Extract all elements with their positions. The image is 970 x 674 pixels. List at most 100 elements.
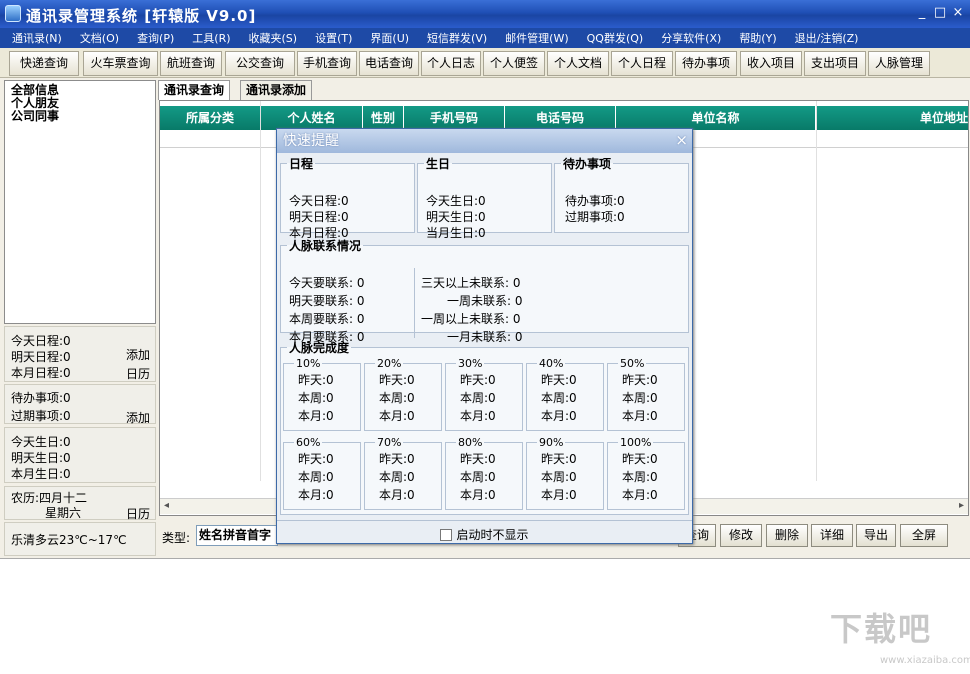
- tool-phone-query[interactable]: 电话查询: [359, 51, 419, 76]
- completion-level: 60%: [294, 436, 323, 449]
- tool-todo[interactable]: 待办事项: [675, 51, 737, 76]
- edit-button[interactable]: 修改: [720, 524, 762, 547]
- menu-documents[interactable]: 文档(O): [71, 30, 128, 46]
- contact-divider: [414, 268, 415, 338]
- menu-exit[interactable]: 退出/注销(Z): [786, 30, 868, 46]
- completion-cell: 90% 昨天:0 本周:0 本月:0: [526, 436, 604, 510]
- fullscreen-button[interactable]: 全屏: [900, 524, 948, 547]
- tree-item-colleagues[interactable]: 公司同事: [5, 110, 155, 123]
- menu-tools[interactable]: 工具(R): [183, 30, 239, 46]
- completion-cell: 10% 昨天:0 本周:0 本月:0: [283, 357, 361, 431]
- lunar-calendar-link[interactable]: 日历: [126, 505, 150, 522]
- add-todo-link[interactable]: 添加: [126, 409, 150, 426]
- maximize-button[interactable]: □: [932, 6, 948, 22]
- col-phone[interactable]: 电话号码: [505, 106, 616, 130]
- completion-week: 本周:0: [541, 391, 577, 405]
- delete-button[interactable]: 删除: [766, 524, 808, 547]
- startup-hide-label: 启动时不显示: [456, 528, 529, 542]
- menu-query[interactable]: 查询(P): [128, 30, 183, 46]
- completion-yesterday: 昨天:0: [298, 373, 334, 387]
- schedule-panel: 今天日程:0 明天日程:0 本月日程:0 添加 日历: [4, 326, 156, 382]
- startup-hide-checkbox[interactable]: 启动时不显示: [440, 526, 529, 543]
- col-mobile[interactable]: 手机号码: [404, 106, 505, 130]
- tool-express-query[interactable]: 快递查询: [9, 51, 79, 76]
- overdue-todo: 过期事项:0: [11, 409, 71, 423]
- contact-status-legend: 人脉联系情况: [289, 239, 362, 253]
- scroll-right-icon[interactable]: ▸: [959, 500, 964, 511]
- menu-share[interactable]: 分享软件(X): [652, 30, 730, 46]
- col-divider: [816, 101, 817, 481]
- dlg-tomorrow-birthday: 明天生日:0: [426, 210, 486, 224]
- menu-email[interactable]: 邮件管理(W): [496, 30, 577, 46]
- completion-level: 10%: [294, 357, 323, 370]
- completion-level: 40%: [537, 357, 566, 370]
- todo-panel: 待办事项:0 过期事项:0 添加: [4, 384, 156, 426]
- tool-network[interactable]: 人脉管理: [868, 51, 930, 76]
- scroll-left-icon[interactable]: ◂: [164, 500, 169, 511]
- checkbox-icon[interactable]: [440, 529, 453, 541]
- tool-income[interactable]: 收入项目: [740, 51, 802, 76]
- col-company[interactable]: 单位名称: [616, 106, 816, 130]
- category-tree: 全部信息 个人朋友 公司同事: [4, 80, 156, 324]
- status-area: [0, 558, 970, 674]
- detail-button[interactable]: 详细: [811, 524, 853, 547]
- schedule-group: 日程 今天日程:0 明天日程:0 本月日程:0: [280, 155, 415, 240]
- add-schedule-link[interactable]: 添加: [126, 346, 150, 363]
- dlg-tomorrow-schedule: 明天日程:0: [289, 210, 349, 224]
- menu-favorites[interactable]: 收藏夹(S): [240, 30, 307, 46]
- menu-sms[interactable]: 短信群发(V): [418, 30, 496, 46]
- tool-expense[interactable]: 支出项目: [804, 51, 866, 76]
- completion-yesterday: 昨天:0: [379, 373, 415, 387]
- weekday: 星期六: [45, 506, 82, 520]
- tool-flight-query[interactable]: 航班查询: [160, 51, 222, 76]
- completion-yesterday: 昨天:0: [460, 373, 496, 387]
- dialog-close-icon[interactable]: ×: [675, 132, 688, 148]
- completion-week: 本周:0: [622, 391, 658, 405]
- dlg-today-birthday: 今天生日:0: [426, 194, 486, 208]
- dialog-title-bar[interactable]: 快速提醒 ×: [277, 129, 692, 153]
- quick-reminder-dialog: 快速提醒 × 日程 今天日程:0 明天日程:0 本月日程:0 生日 今天生日:0…: [276, 128, 693, 544]
- today-schedule: 今天日程:0: [11, 334, 71, 348]
- toolbar: 快递查询 火车票查询 航班查询 公交查询 手机查询 电话查询 个人日志 个人便签…: [0, 48, 970, 78]
- completion-month: 本月:0: [379, 488, 415, 502]
- tool-personal-docs[interactable]: 个人文档: [547, 51, 609, 76]
- contact-today: 今天要联系: 0: [289, 276, 365, 290]
- minimize-button[interactable]: _: [914, 6, 930, 22]
- close-button[interactable]: ×: [950, 6, 966, 22]
- tool-personal-log[interactable]: 个人日志: [421, 51, 481, 76]
- tab-contacts-query[interactable]: 通讯录查询: [158, 80, 231, 100]
- col-name[interactable]: 个人姓名: [261, 106, 363, 130]
- menu-help[interactable]: 帮助(Y): [730, 30, 785, 46]
- title-bar: 通讯录管理系统 [轩辕版 V9.0] _ □ ×: [0, 0, 970, 28]
- completion-week: 本周:0: [622, 470, 658, 484]
- dlg-overdue-todo: 过期事项:0: [565, 210, 625, 224]
- tool-personal-schedule[interactable]: 个人日程: [611, 51, 673, 76]
- completion-cell: 70% 昨天:0 本周:0 本月:0: [364, 436, 442, 510]
- type-select[interactable]: 姓名拼音首字: [196, 525, 278, 546]
- completion-cell: 20% 昨天:0 本周:0 本月:0: [364, 357, 442, 431]
- tool-mobile-query[interactable]: 手机查询: [297, 51, 357, 76]
- completion-month: 本月:0: [460, 488, 496, 502]
- completion-month: 本月:0: [298, 409, 334, 423]
- menu-interface[interactable]: 界面(U): [361, 30, 418, 46]
- export-button[interactable]: 导出: [856, 524, 896, 547]
- tool-bus-query[interactable]: 公交查询: [225, 51, 295, 76]
- completion-legend: 人脉完成度: [289, 341, 350, 355]
- dialog-title: 快速提醒: [283, 133, 339, 149]
- no-contact-1week: 一周未联系: 0: [447, 294, 523, 308]
- menu-settings[interactable]: 设置(T): [306, 30, 361, 46]
- col-category[interactable]: 所属分类: [160, 106, 261, 130]
- tool-train-query[interactable]: 火车票查询: [83, 51, 158, 76]
- weather-text: 乐清多云23℃~17℃: [11, 533, 127, 547]
- col-address[interactable]: 单位地址: [816, 106, 968, 130]
- completion-cell: 80% 昨天:0 本周:0 本月:0: [445, 436, 523, 510]
- tab-contacts-add[interactable]: 通讯录添加: [240, 80, 313, 100]
- menu-contacts[interactable]: 通讯录(N): [0, 30, 71, 46]
- schedule-calendar-link[interactable]: 日历: [126, 365, 150, 382]
- col-gender[interactable]: 性别: [363, 106, 404, 130]
- completion-yesterday: 昨天:0: [622, 452, 658, 466]
- completion-week: 本周:0: [460, 470, 496, 484]
- no-contact-over-week: 一周以上未联系: 0: [421, 312, 521, 326]
- tool-personal-notes[interactable]: 个人便签: [483, 51, 545, 76]
- menu-qq[interactable]: QQ群发(Q): [578, 30, 653, 46]
